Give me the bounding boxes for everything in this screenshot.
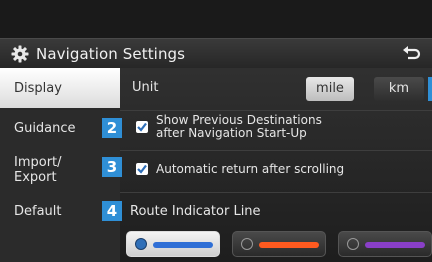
radio-icon	[347, 238, 359, 250]
gear-icon	[10, 44, 30, 64]
unit-label: Unit	[132, 80, 159, 95]
sidebar-item-label: Guidance	[14, 121, 76, 136]
option-label-line: Show Previous Destinations	[156, 113, 322, 127]
title-bar: Navigation Settings	[0, 38, 432, 70]
unit-mile-button[interactable]: mile	[306, 77, 354, 101]
purple-line-swatch	[365, 242, 425, 248]
route-color-purple-option[interactable]	[338, 231, 432, 257]
unit-km-button[interactable]: km	[374, 77, 424, 101]
automatic-return-checkbox[interactable]	[136, 163, 148, 175]
blue-line-swatch	[153, 242, 213, 248]
radio-icon	[241, 238, 253, 250]
sidebar-item-display[interactable]: Display	[0, 68, 120, 108]
page-title: Navigation Settings	[36, 45, 186, 63]
checkmark-icon	[137, 122, 147, 132]
sidebar-item-label: Import/ Export	[14, 155, 62, 185]
sidebar-item-label: Default	[14, 204, 62, 219]
route-color-blue-option[interactable]	[126, 231, 220, 257]
callout-number-2: 2	[102, 118, 122, 138]
callout-number-4: 4	[102, 201, 122, 221]
settings-panel: Unit mile km Show Previous Destinations …	[120, 68, 432, 262]
sidebar-item-label: Display	[14, 81, 62, 96]
divider	[120, 110, 432, 111]
orange-line-swatch	[259, 242, 319, 248]
show-previous-destinations-label: Show Previous Destinations after Navigat…	[156, 114, 322, 140]
back-button[interactable]	[400, 44, 422, 64]
route-indicator-label: Route Indicator Line	[130, 204, 261, 219]
option-label-line: after Navigation Start-Up	[156, 126, 307, 140]
route-color-orange-option[interactable]	[232, 231, 326, 257]
automatic-return-label: Automatic return after scrolling	[156, 162, 345, 176]
scroll-indicator	[428, 77, 432, 101]
return-arrow-icon	[403, 46, 421, 60]
screen: Navigation Settings Display Guidance Imp…	[0, 0, 432, 262]
divider	[120, 150, 432, 151]
radio-icon	[135, 238, 147, 250]
show-previous-destinations-checkbox[interactable]	[136, 121, 148, 133]
divider	[120, 192, 432, 193]
callout-number-3: 3	[102, 157, 122, 177]
checkmark-icon	[137, 164, 147, 174]
